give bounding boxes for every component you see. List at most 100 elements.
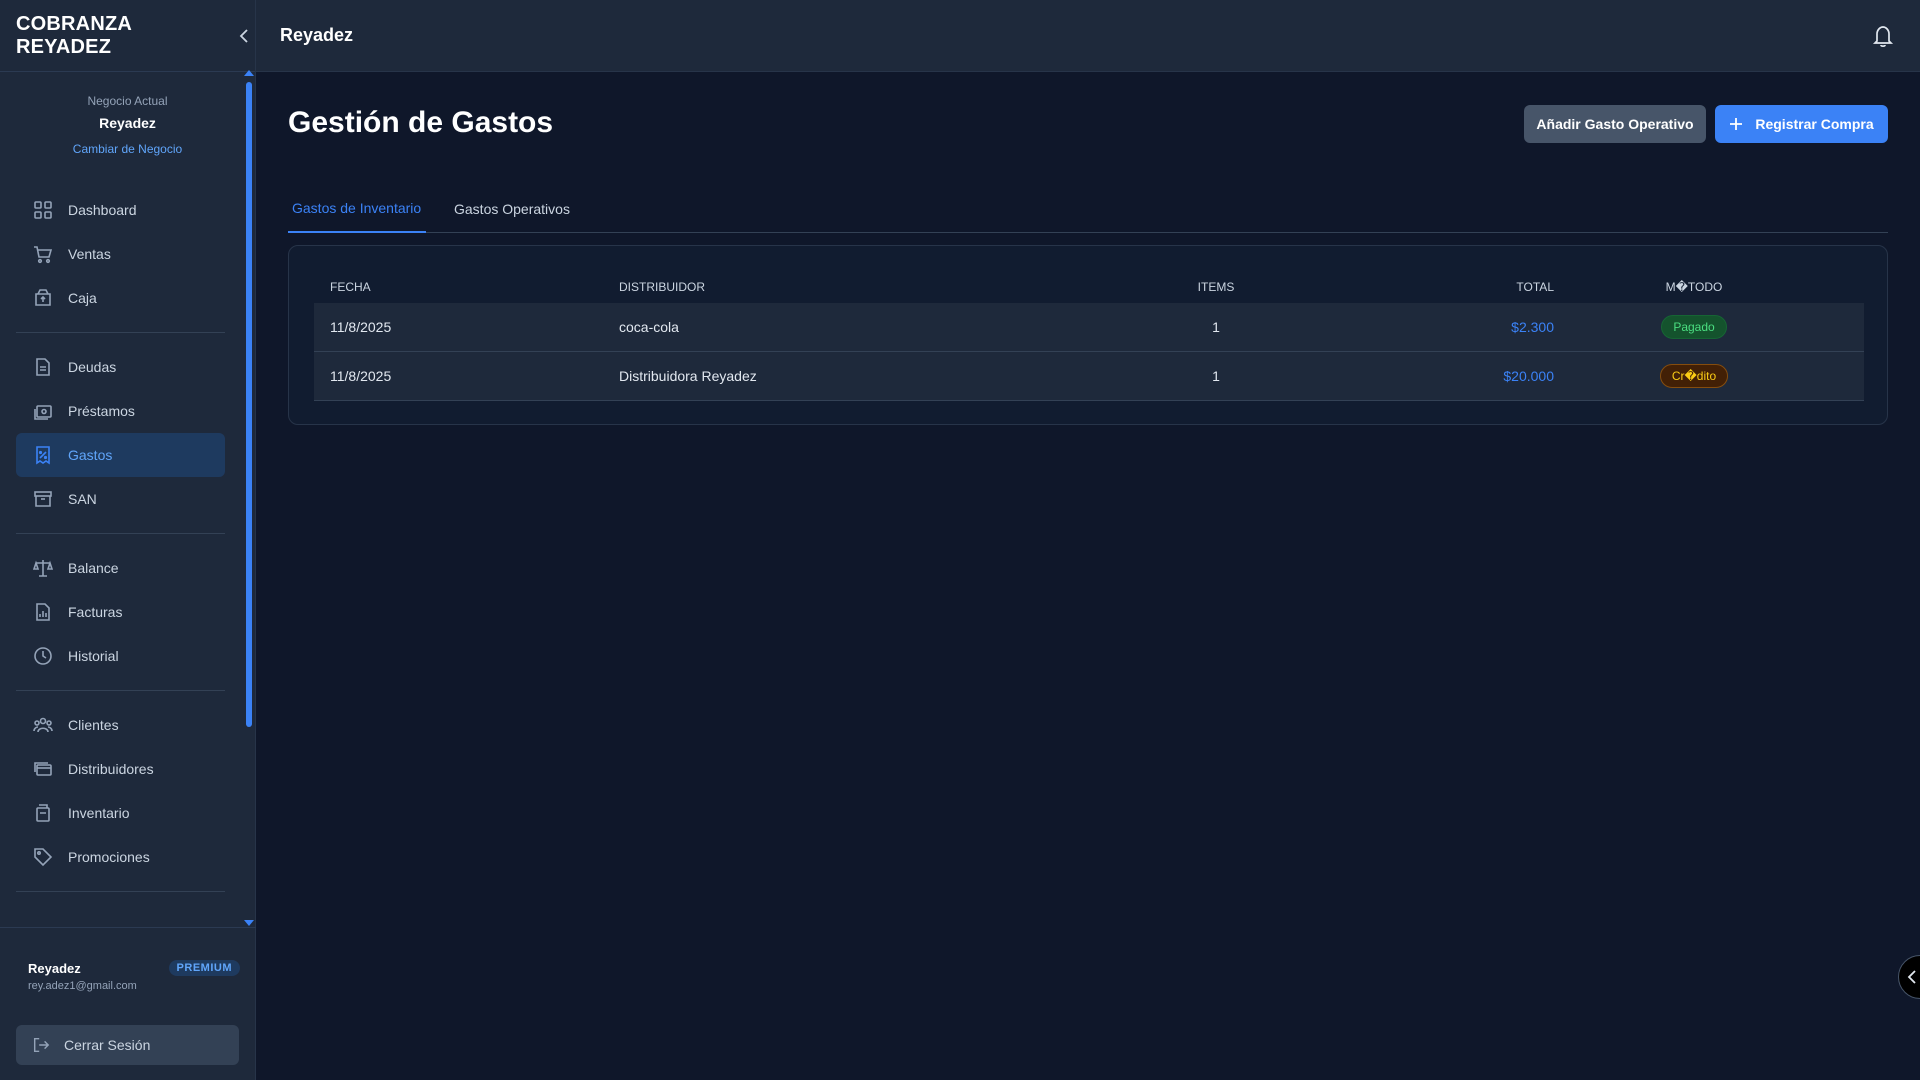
register-purchase-label: Registrar Compra [1755,116,1874,132]
bell-icon [1872,26,1894,47]
cell-items: 1 [1212,319,1220,335]
register-purchase-button[interactable]: Registrar Compra [1715,105,1888,143]
column-header-fecha: FECHA [330,280,371,294]
cell-fecha: 11/8/2025 [330,368,392,384]
tag-icon [32,846,54,868]
chevron-left-icon [1907,970,1916,984]
logout-icon [32,1036,50,1054]
sidebar-item-clientes[interactable]: Clientes [16,703,225,747]
top-header: Reyadez [256,0,1920,72]
cell-fecha: 11/8/2025 [330,319,392,335]
sidebar-item-historial[interactable]: Historial [16,634,225,678]
user-email: rey.adez1@gmail.com [28,980,137,992]
table-header: FECHA DISTRIBUIDOR ITEMS TOTAL M�TODO [314,271,1864,303]
sidebar-item-deudas[interactable]: Deudas [16,345,225,389]
sidebar-item-caja[interactable]: Caja [16,276,225,320]
notifications-button[interactable] [1872,24,1894,53]
plus-icon [1729,117,1743,131]
cell-distribuidor: Distribuidora Reyadez [619,368,757,384]
nav-divider [16,533,225,534]
sidebar-item-san[interactable]: SAN [16,477,225,521]
chevron-left-icon [239,28,248,43]
document-icon [32,356,54,378]
sidebar-item-label: Deudas [68,359,117,375]
nav-divider [16,332,225,333]
sidebar-item-label: Préstamos [68,403,135,419]
tab-gastos-operativos[interactable]: Gastos Operativos [454,184,570,233]
cell-distribuidor: coca-cola [619,319,679,335]
sidebar-item-label: Caja [68,290,97,306]
sidebar-item-distribuidores[interactable]: Distribuidores [16,747,225,791]
logout-button[interactable]: Cerrar Sesión [16,1025,239,1065]
sidebar-item-label: Facturas [68,604,123,620]
scroll-up-arrow[interactable] [244,70,254,76]
sidebar-item-label: Historial [68,648,119,664]
sidebar-item-inventario[interactable]: Inventario [16,791,225,835]
column-header-metodo: M�TODO [1665,280,1723,294]
clock-icon [32,645,54,667]
page-title: Gestión de Gastos [288,106,554,139]
sidebar-scrollbar[interactable] [246,82,252,727]
sidebar-item-label: Distribuidores [68,761,154,777]
status-badge: Cr�dito [1659,364,1729,388]
money-icon [32,400,54,422]
sidebar-item-prestamos[interactable]: Préstamos [16,389,225,433]
scroll-down-arrow[interactable] [244,920,254,926]
nav-divider [16,891,225,892]
collapse-sidebar-button[interactable] [239,26,255,46]
expenses-table: FECHA DISTRIBUIDOR ITEMS TOTAL M�TODO 11… [314,271,1864,401]
cash-box-icon [32,287,54,309]
table-row[interactable]: 11/8/2025 Distribuidora Reyadez 1 $20.00… [314,352,1864,401]
column-header-items: ITEMS [1197,280,1235,294]
scale-icon [32,557,54,579]
sidebar-item-dashboard[interactable]: Dashboard [16,188,225,232]
status-badge: Pagado [1661,315,1727,339]
users-icon [32,714,54,736]
tab-gastos-inventario[interactable]: Gastos de Inventario [288,184,426,233]
business-caption: Negocio Actual [87,94,168,108]
cards-icon [32,758,54,780]
change-business-link[interactable]: Cambiar de Negocio [73,142,182,156]
sidebar-item-label: Inventario [68,805,130,821]
table-row[interactable]: 11/8/2025 coca-cola 1 $2.300 Pagado [314,303,1864,352]
header-title: Reyadez [280,25,354,45]
logout-label: Cerrar Sesión [64,1037,151,1053]
cell-total: $20.000 [1503,368,1554,384]
archive-icon [32,488,54,510]
box-icon [32,802,54,824]
column-header-total: TOTAL [1516,280,1554,294]
plan-badge: PREMIUM [168,960,240,976]
sidebar-item-label: Ventas [68,246,111,262]
add-operational-expense-button[interactable]: Añadir Gasto Operativo [1524,105,1706,143]
sidebar-item-label: Promociones [68,849,150,865]
cart-icon [32,243,54,265]
sidebar-item-facturas[interactable]: Facturas [16,590,225,634]
grid-icon [32,199,54,221]
sidebar-item-label: Gastos [68,447,113,463]
cell-metodo: Cr�dito [1554,364,1834,388]
brand-bar: COBRANZA REYADEZ [0,0,255,72]
column-header-distribuidor: DISTRIBUIDOR [619,280,706,294]
nav-divider [16,690,225,691]
sidebar-item-gastos[interactable]: Gastos [16,433,225,477]
expense-tabs: Gastos de Inventario Gastos Operativos [288,184,1888,233]
sidebar-item-ventas[interactable]: Ventas [16,232,225,276]
brand-title: COBRANZA REYADEZ [16,12,132,58]
user-name: Reyadez [28,960,81,976]
floating-panel-toggle[interactable] [1898,955,1920,999]
sidebar-item-promociones[interactable]: Promociones [16,835,225,879]
cell-items: 1 [1212,368,1220,384]
sidebar-item-label: SAN [68,491,97,507]
user-panel: Reyadez PREMIUM rey.adez1@gmail.com Cerr… [0,927,256,1080]
business-name: Reyadez [99,115,156,131]
sidebar-item-label: Dashboard [68,202,137,218]
sidebar-item-label: Clientes [68,717,119,733]
sidebar: COBRANZA REYADEZ Negocio Actual Reyadez … [0,0,256,1080]
cell-metodo: Pagado [1554,315,1834,339]
expenses-table-card: FECHA DISTRIBUIDOR ITEMS TOTAL M�TODO 11… [288,245,1888,425]
sidebar-item-label: Balance [68,560,119,576]
sidebar-nav: Dashboard Ventas Caja Deudas Préstamos G… [16,188,225,904]
report-icon [32,601,54,623]
cell-total: $2.300 [1511,319,1554,335]
sidebar-item-balance[interactable]: Balance [16,546,225,590]
